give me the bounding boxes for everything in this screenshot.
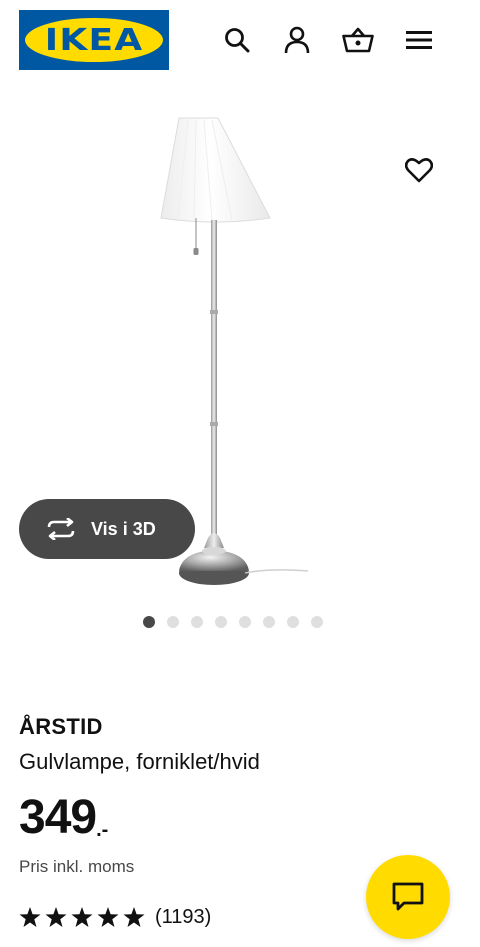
view-in-3d-label: Vis i 3D [91, 518, 156, 539]
carousel-dot[interactable] [239, 616, 251, 628]
carousel-dot[interactable] [167, 616, 179, 628]
favourite-button[interactable] [399, 150, 439, 190]
star-icon [45, 907, 67, 927]
star-icon [19, 907, 41, 927]
menu-button[interactable] [401, 22, 437, 58]
basket-icon [342, 27, 374, 53]
star-icon [97, 907, 119, 927]
price-integer: 349 [19, 791, 97, 844]
header: IKEA [0, 0, 480, 80]
chat-button[interactable] [366, 855, 450, 939]
menu-icon [406, 31, 432, 49]
ikea-logo[interactable]: IKEA [19, 10, 169, 70]
rating-count: (1193) [155, 906, 212, 928]
search-icon [225, 28, 250, 53]
product-name: ÅRSTID [19, 714, 103, 739]
product-description: Gulvlampe, forniklet/hvid [19, 749, 260, 774]
carousel-dot[interactable] [311, 616, 323, 628]
carousel-dot[interactable] [263, 616, 275, 628]
account-icon [284, 26, 310, 54]
product-gallery[interactable]: Vis i 3D [0, 90, 480, 650]
view-in-3d-button[interactable]: Vis i 3D [19, 499, 195, 559]
carousel-dot[interactable] [215, 616, 227, 628]
carousel-dot[interactable] [191, 616, 203, 628]
rotate-3d-icon [47, 518, 75, 540]
carousel-indicator [143, 616, 323, 628]
product-price: 349 .- [19, 790, 108, 846]
price-suffix: .- [96, 819, 109, 841]
logo-text: IKEA [44, 22, 144, 58]
logo-oval: IKEA [25, 18, 163, 62]
chat-icon [392, 882, 424, 911]
price-note: Pris inkl. moms [19, 857, 135, 876]
product-rating[interactable]: (1193) [19, 906, 211, 929]
carousel-dot[interactable] [143, 616, 155, 628]
star-icon [71, 907, 93, 927]
carousel-dot[interactable] [287, 616, 299, 628]
search-button[interactable] [219, 22, 255, 58]
basket-button[interactable] [340, 22, 376, 58]
star-icon [123, 907, 145, 927]
rating-stars [19, 907, 145, 928]
heart-icon [405, 158, 433, 183]
account-button[interactable] [279, 22, 315, 58]
